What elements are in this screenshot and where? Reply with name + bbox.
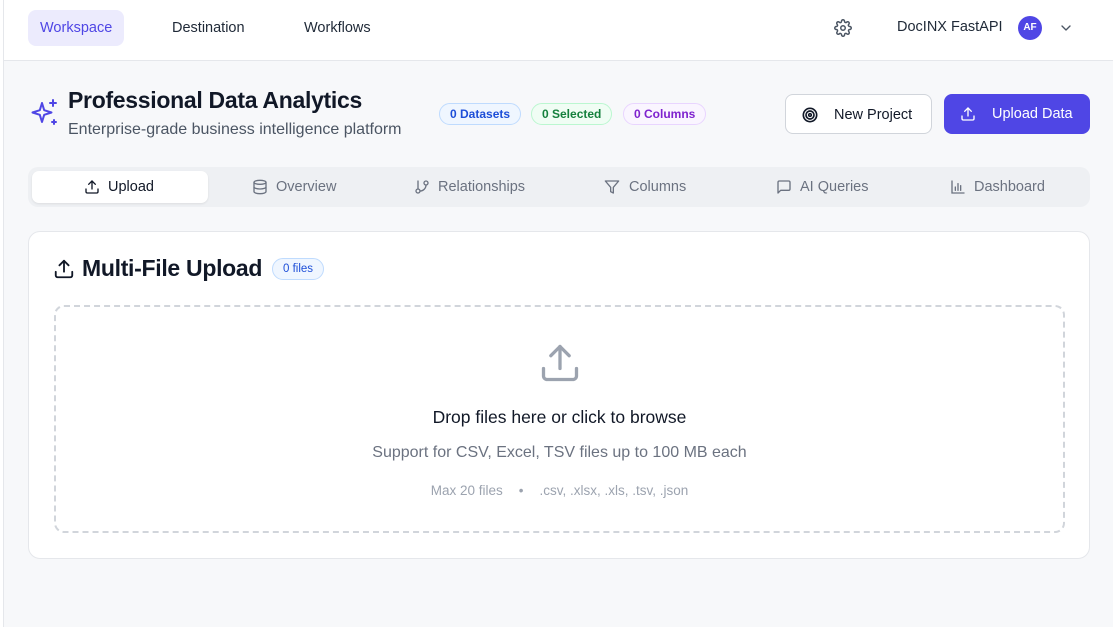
files-count-badge: 0 files (272, 258, 325, 280)
tab-dashboard[interactable]: Dashboard (912, 171, 1088, 203)
upload-icon (54, 259, 74, 279)
git-branch-icon (415, 180, 429, 194)
avatar[interactable]: AF (1018, 16, 1042, 40)
nav-tab-workspace[interactable]: Workspace (28, 10, 125, 46)
dropzone-instruction: Drop files here or click to browse (432, 407, 687, 427)
chevron-down-icon[interactable] (1058, 20, 1074, 36)
tab-overview-label: Overview (276, 179, 337, 195)
upload-icon (961, 107, 975, 121)
gear-icon[interactable] (834, 19, 852, 37)
tab-dashboard-label: Dashboard (974, 179, 1045, 195)
upload-data-label: Upload Data (992, 106, 1073, 122)
tab-columns[interactable]: Columns (560, 171, 736, 203)
columns-count-badge: 0 Columns (623, 103, 707, 125)
upload-icon (541, 344, 579, 382)
allowed-extensions-text: .csv, .xlsx, .xls, .tsv, .json (539, 483, 689, 498)
nav-tab-workflows[interactable]: Workflows (292, 10, 383, 46)
organization-name[interactable]: DocINX FastAPI (897, 19, 1003, 35)
separator-dot: • (518, 483, 524, 498)
tab-overview[interactable]: Overview (208, 171, 384, 203)
card-title: Multi-File Upload (82, 255, 263, 281)
message-icon (777, 180, 791, 194)
new-project-button[interactable]: New Project (785, 94, 932, 134)
dropzone-support-text: Support for CSV, Excel, TSV files up to … (372, 444, 747, 461)
new-project-label: New Project (834, 107, 913, 123)
upload-icon (85, 180, 99, 194)
tab-upload[interactable]: Upload (32, 171, 208, 203)
sparkles-icon (31, 99, 57, 125)
page-title: Professional Data Analytics (68, 87, 362, 113)
tab-upload-label: Upload (108, 179, 154, 195)
tab-ai-queries[interactable]: AI Queries (736, 171, 912, 203)
target-icon (802, 107, 818, 123)
database-icon (253, 179, 267, 195)
section-tab-bar: Upload Overview Relationships Columns AI… (28, 167, 1090, 207)
top-navigation-bar: Workspace Destination Workflows DocINX F… (0, 0, 1113, 61)
max-files-text: Max 20 files (430, 483, 503, 498)
datasets-count-badge: 0 Datasets (439, 103, 522, 125)
upload-data-button[interactable]: Upload Data (944, 94, 1090, 134)
dropzone-limits: Max 20 files • .csv, .xlsx, .xls, .tsv, .j… (56, 483, 1063, 498)
filter-icon (604, 180, 620, 194)
bar-chart-icon (951, 180, 965, 194)
page-subtitle: Enterprise-grade business intelligence p… (68, 121, 402, 138)
file-dropzone[interactable]: Drop files here or click to browse Suppo… (54, 305, 1065, 533)
tab-ai-queries-label: AI Queries (800, 179, 869, 195)
tab-columns-label: Columns (629, 179, 687, 195)
tab-relationships[interactable]: Relationships (384, 171, 560, 203)
nav-tab-destination[interactable]: Destination (160, 10, 257, 46)
selected-count-badge: 0 Selected (531, 103, 613, 125)
left-edge-divider (0, 0, 4, 627)
tab-relationships-label: Relationships (438, 179, 526, 195)
multi-file-upload-card: Multi-File Upload 0 files Drop files her… (28, 231, 1090, 559)
